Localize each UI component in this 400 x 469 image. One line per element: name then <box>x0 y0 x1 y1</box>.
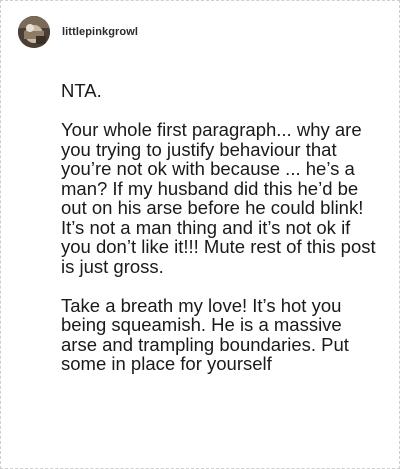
comment-body: NTA. Your whole first paragraph... why a… <box>61 81 381 393</box>
comment-card: littlepinkgrowl NTA. Your whole first pa… <box>0 0 400 469</box>
comment-paragraph: NTA. <box>61 80 102 101</box>
avatar[interactable] <box>18 16 50 48</box>
comment-paragraph: Take a breath my love! It’s hot you bein… <box>61 294 349 374</box>
comment-header: littlepinkgrowl <box>18 16 138 48</box>
comment-paragraph: Your whole first paragraph... why are yo… <box>61 119 376 277</box>
username[interactable]: littlepinkgrowl <box>62 26 138 38</box>
user-avatar-icon <box>18 16 50 48</box>
